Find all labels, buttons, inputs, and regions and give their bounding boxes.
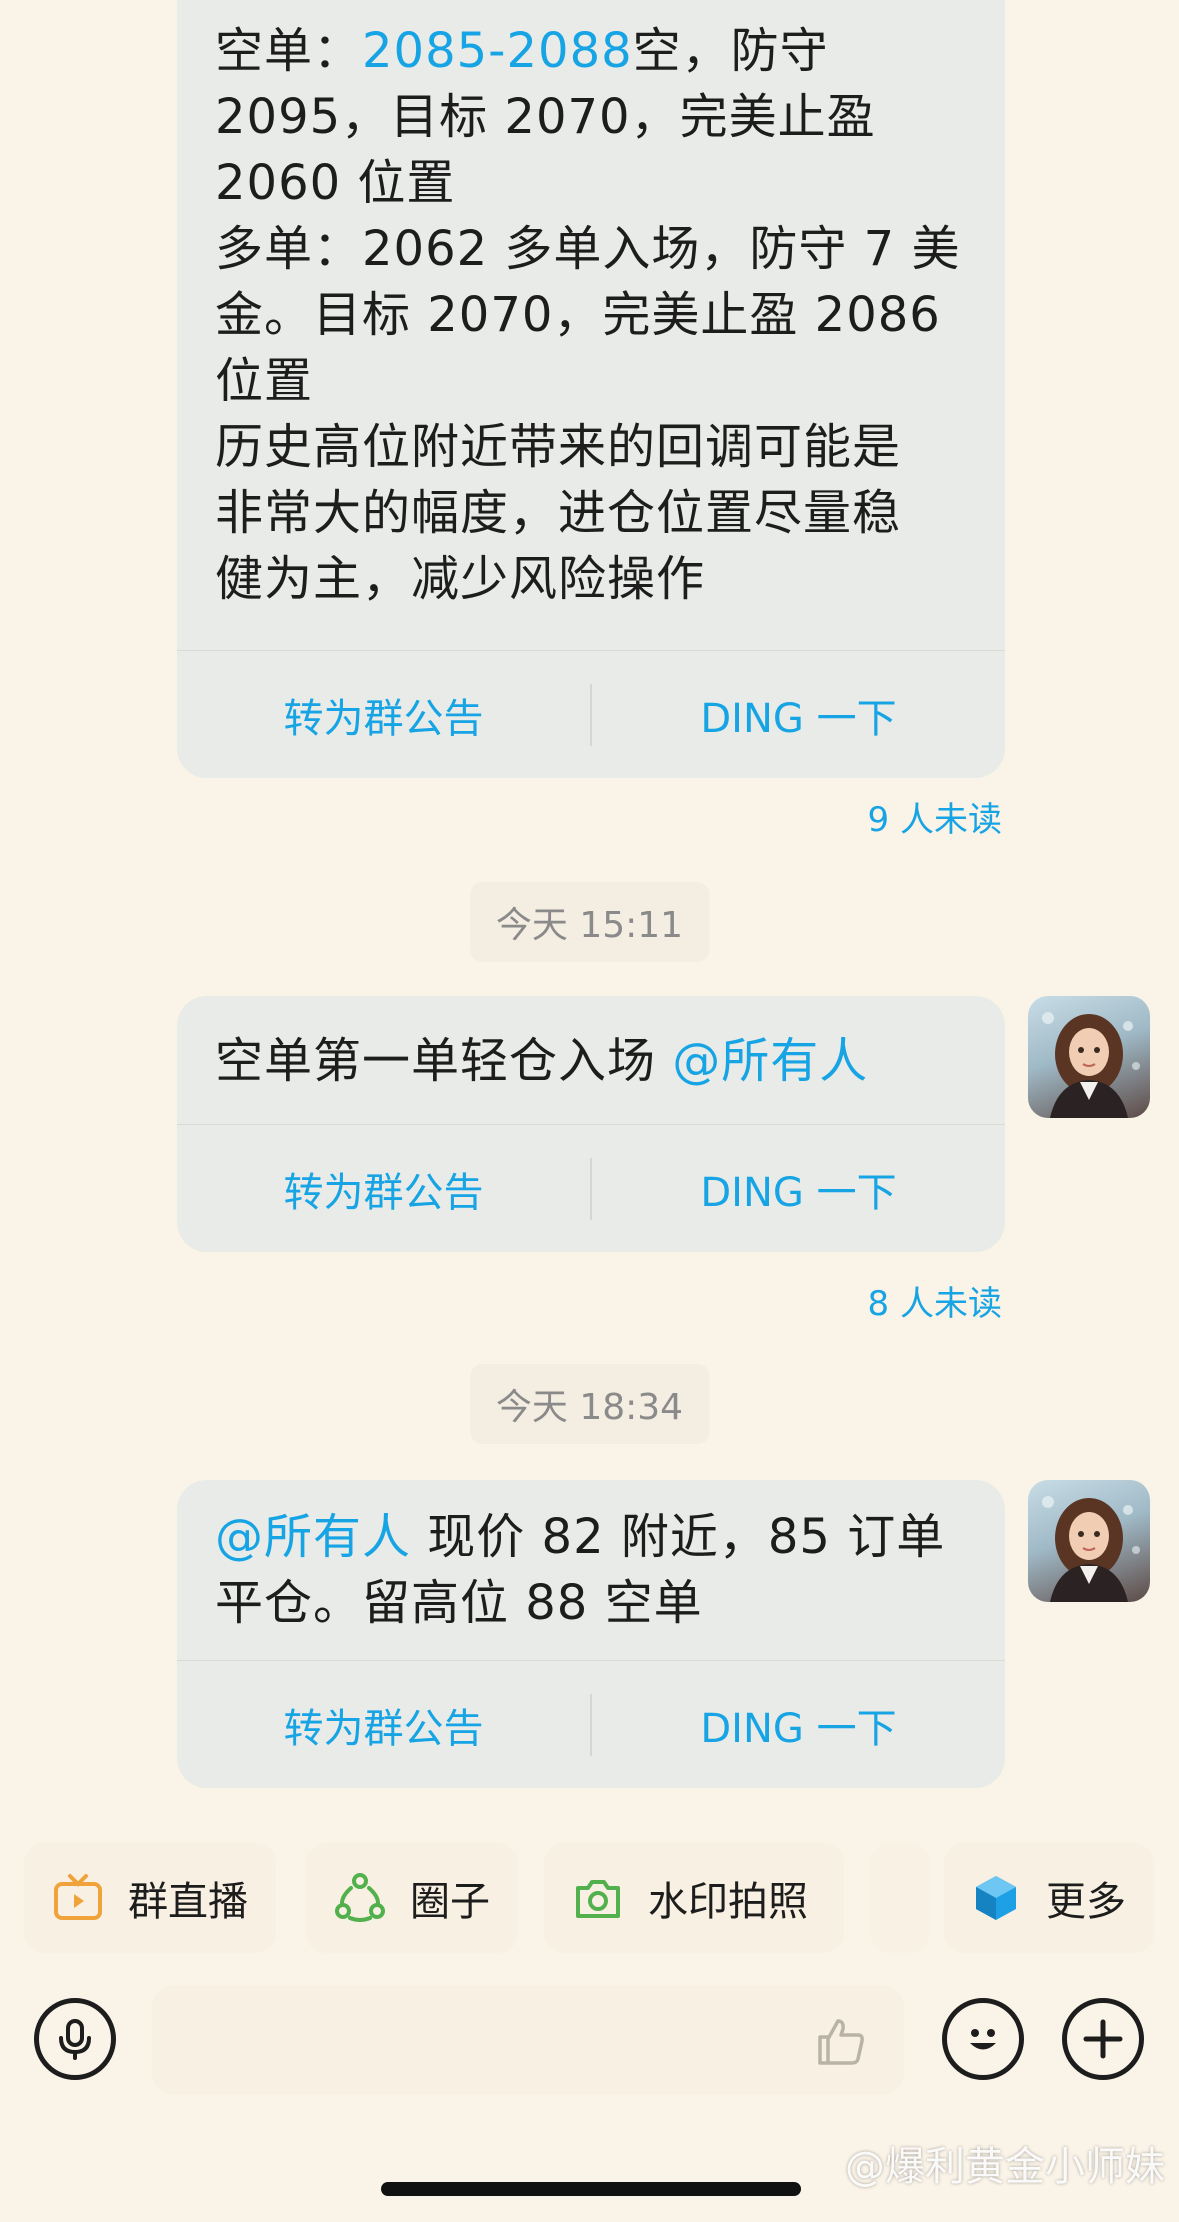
tool-label: 更多	[1046, 1879, 1126, 1925]
message-text: 空单：2085-2088空，防守 2095，目标 2070，完美止盈 2060 …	[177, 0, 1005, 650]
tool-circle[interactable]: 圈子	[306, 1843, 518, 1953]
add-button[interactable]	[1062, 1998, 1144, 2080]
plus-icon	[1083, 2019, 1123, 2059]
input-bar	[0, 1985, 1179, 2095]
message-line: 金。目标 2070，完美止盈 2086	[215, 287, 941, 343]
tool-partial[interactable]	[870, 1843, 930, 1953]
message-line: 空单第一单轻仓入场 @所有人	[215, 1033, 869, 1089]
message-text: @所有人 现价 82 附近，85 订单 平仓。留高位 88 空单	[177, 1480, 1005, 1660]
timestamp: 今天 18:34	[469, 1364, 710, 1444]
message-line: 空单：2085-2088空，防守	[215, 23, 829, 79]
message-bubble[interactable]: @所有人 现价 82 附近，85 订单 平仓。留高位 88 空单 转为群公告 D…	[177, 1480, 1005, 1788]
message-bubble[interactable]: 空单第一单轻仓入场 @所有人 转为群公告 DING 一下	[177, 996, 1005, 1252]
tool-group-live[interactable]: 群直播	[24, 1843, 276, 1953]
tool-label: 水印拍照	[648, 1879, 808, 1925]
tool-label: 圈子	[410, 1879, 490, 1925]
home-indicator[interactable]	[381, 2182, 801, 2196]
message-line: 平仓。留高位 88 空单	[215, 1575, 703, 1631]
message-actions: 转为群公告 DING 一下	[177, 1124, 1005, 1252]
message-line: 位置	[215, 353, 314, 409]
ding-button[interactable]: DING 一下	[592, 1160, 1005, 1218]
message-line: 健为主，减少风险操作	[215, 551, 706, 607]
avatar[interactable]	[1028, 996, 1150, 1118]
message-text: 空单第一单轻仓入场 @所有人	[177, 996, 1005, 1124]
timestamp: 今天 15:11	[469, 882, 710, 962]
highlight-range: 2085-2088	[362, 23, 633, 79]
message-actions: 转为群公告 DING 一下	[177, 650, 1005, 778]
message-actions: 转为群公告 DING 一下	[177, 1660, 1005, 1788]
convert-to-announcement-button[interactable]: 转为群公告	[177, 1160, 590, 1218]
circle-group-icon	[335, 1873, 385, 1922]
message-input[interactable]	[152, 1985, 904, 2095]
ding-button[interactable]: DING 一下	[592, 686, 1005, 744]
microphone-icon	[59, 2019, 91, 2060]
message-line: 多单：2062 多单入场，防守 7 美	[215, 221, 961, 277]
message-line: 2060 位置	[215, 155, 456, 211]
message-line: 历史高位附近带来的回调可能是	[215, 419, 902, 475]
tool-label: 群直播	[128, 1879, 248, 1925]
thumbs-up-icon[interactable]	[812, 2013, 868, 2069]
unread-count[interactable]: 9 人未读	[868, 792, 1002, 841]
mention-all[interactable]: @所有人	[672, 1033, 868, 1089]
watermark: @爆利黄金小师妹	[845, 2144, 1165, 2190]
ding-button[interactable]: DING 一下	[592, 1696, 1005, 1754]
smile-icon	[970, 2029, 996, 2050]
camera-icon	[576, 1880, 620, 1918]
tool-watermark-camera[interactable]: 水印拍照	[544, 1843, 844, 1953]
cube-icon	[976, 1876, 1016, 1920]
avatar[interactable]	[1028, 1480, 1150, 1602]
voice-button[interactable]	[34, 1998, 116, 2080]
tool-more[interactable]: 更多	[944, 1843, 1154, 1953]
quick-tools-bar: 群直播 圈子 水印拍照 更多	[0, 1843, 1179, 1953]
message-line: @所有人 现价 82 附近，85 订单	[215, 1509, 946, 1565]
message-line: 2095，目标 2070，完美止盈	[215, 89, 876, 145]
emoji-button[interactable]	[942, 1998, 1024, 2080]
message-line: 非常大的幅度，进仓位置尽量稳	[215, 485, 902, 541]
mention-all[interactable]: @所有人	[215, 1509, 411, 1565]
message-bubble[interactable]: 空单：2085-2088空，防守 2095，目标 2070，完美止盈 2060 …	[177, 0, 1005, 778]
convert-to-announcement-button[interactable]: 转为群公告	[177, 686, 590, 744]
convert-to-announcement-button[interactable]: 转为群公告	[177, 1696, 590, 1754]
unread-count[interactable]: 8 人未读	[868, 1276, 1002, 1325]
chat-screen: 空单：2085-2088空，防守 2095，目标 2070，完美止盈 2060 …	[0, 0, 1179, 2222]
tv-icon	[54, 1874, 102, 1920]
